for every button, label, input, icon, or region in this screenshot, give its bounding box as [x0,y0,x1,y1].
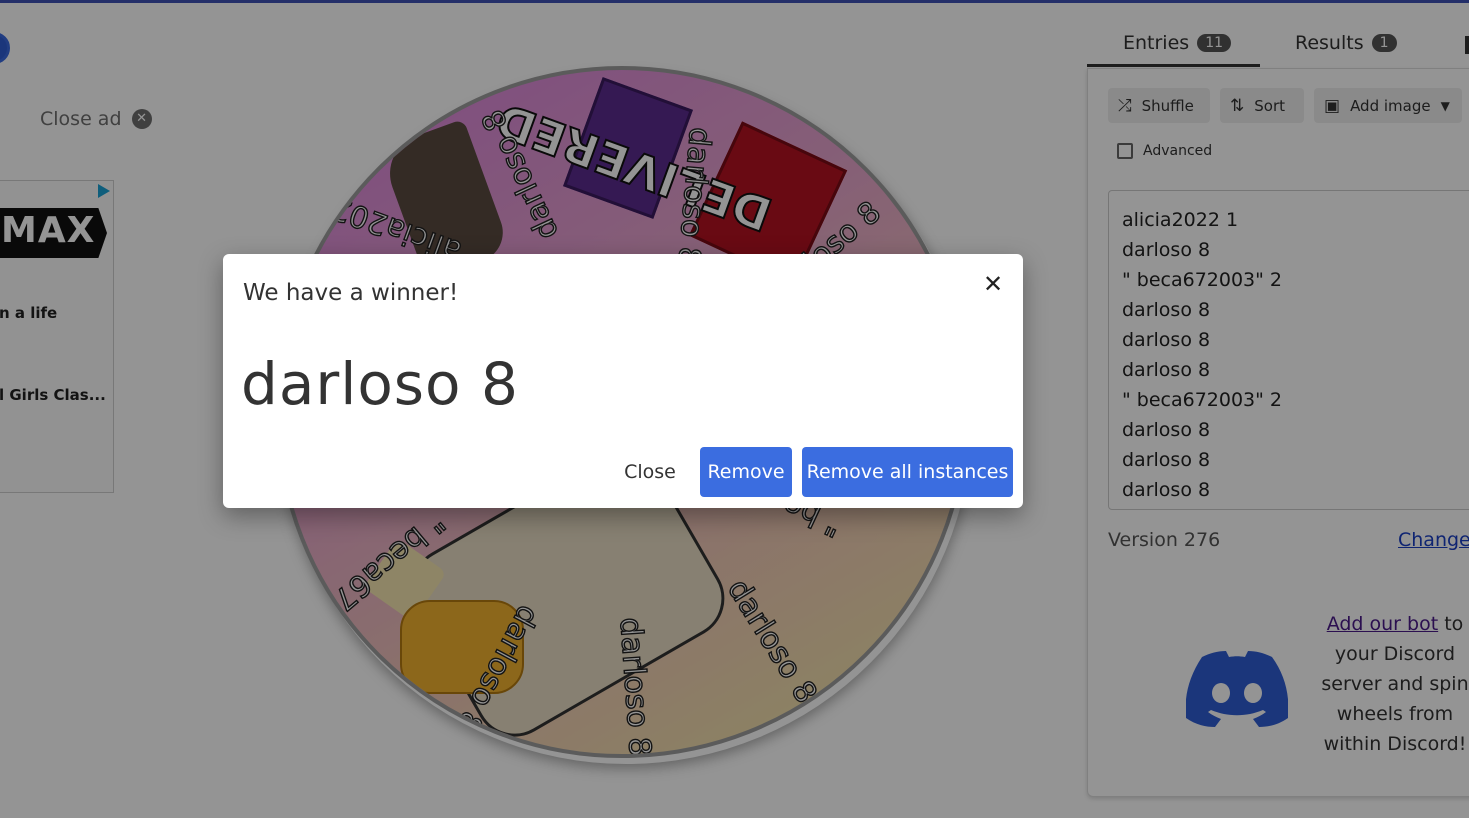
dialog-title: We have a winner! [243,280,459,306]
remove-all-instances-button[interactable]: Remove all instances [802,447,1013,497]
close-button[interactable]: Close [613,447,687,497]
close-icon[interactable]: ✕ [979,270,1007,298]
remove-button[interactable]: Remove [700,447,792,497]
winner-name: darloso 8 [241,350,519,418]
winner-dialog: We have a winner! ✕ darloso 8 Close Remo… [223,254,1023,508]
